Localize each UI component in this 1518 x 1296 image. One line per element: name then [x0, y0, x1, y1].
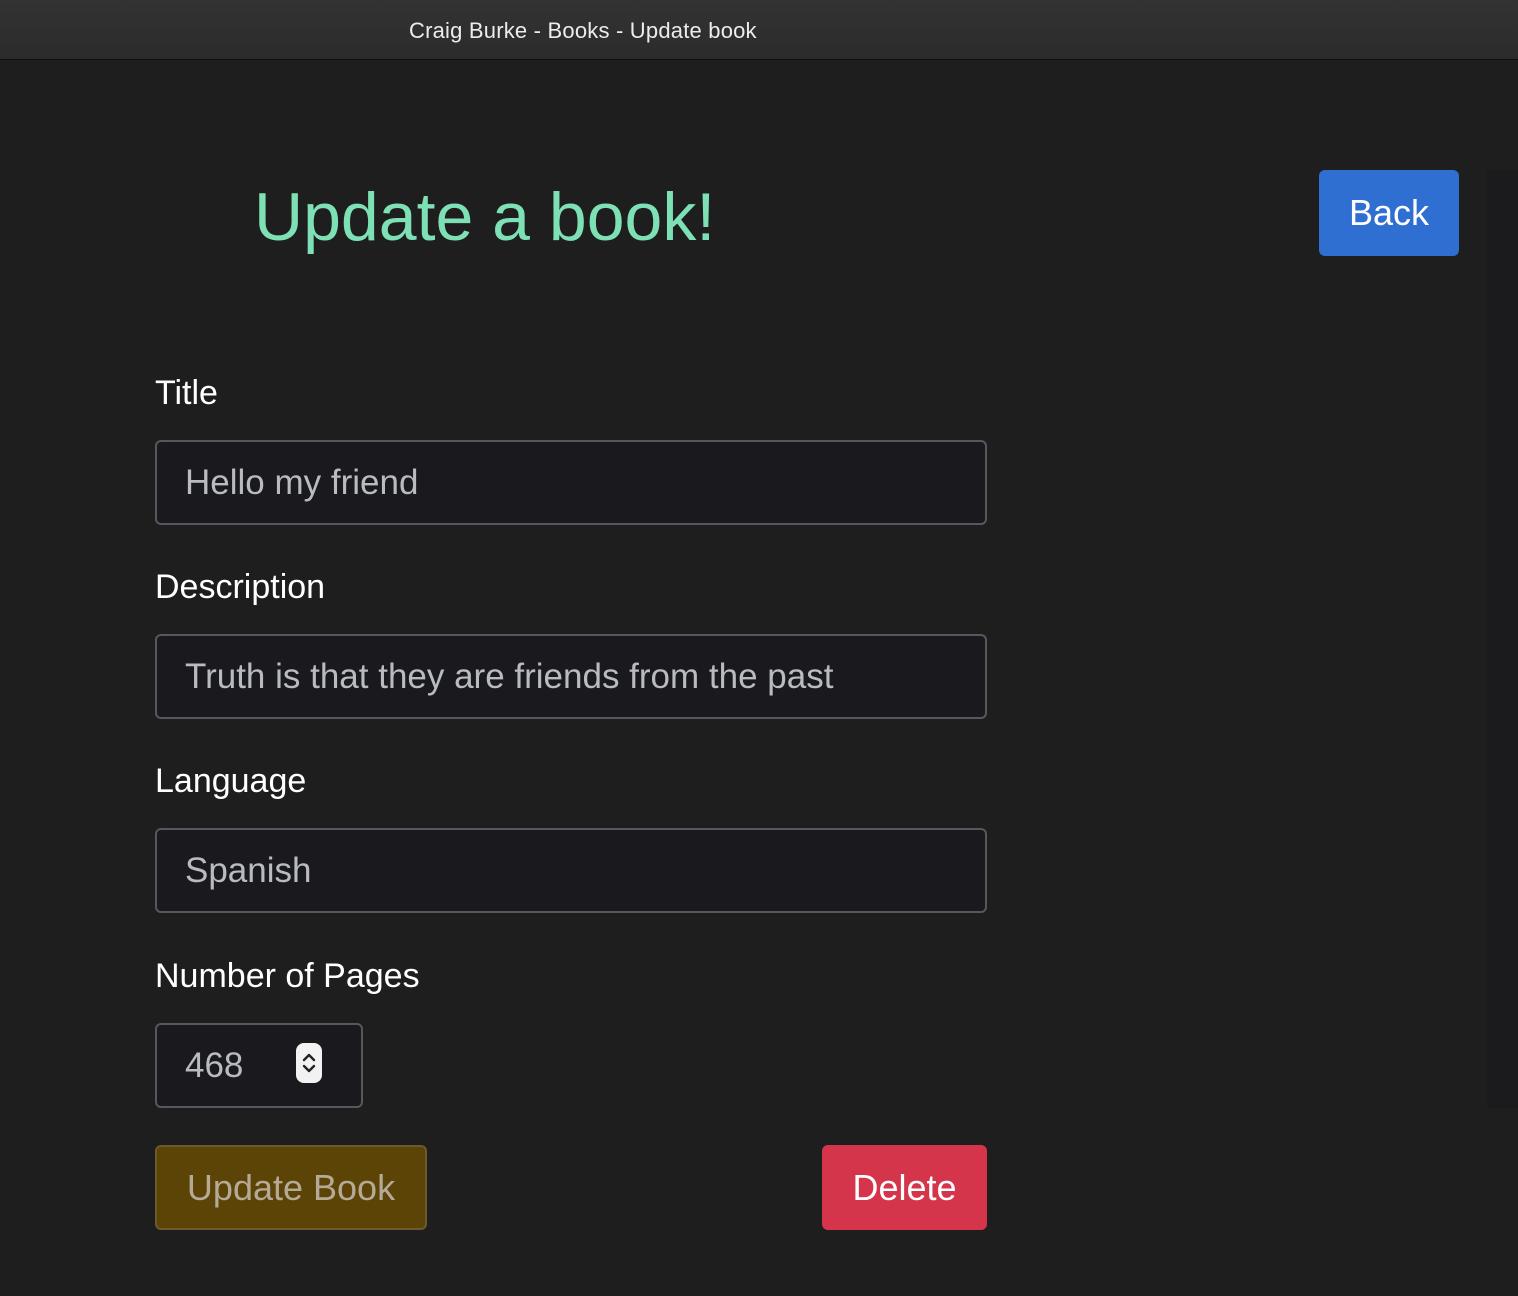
language-input[interactable]: Spanish: [155, 828, 987, 913]
delete-button[interactable]: Delete: [822, 1145, 987, 1230]
window-titlebar: Craig Burke - Books - Update book: [0, 0, 1518, 60]
pages-label: Number of Pages: [155, 957, 420, 995]
side-panel: [1487, 170, 1518, 1108]
description-input[interactable]: Truth is that they are friends from the …: [155, 634, 987, 719]
pages-input-value: 468: [185, 1045, 244, 1085]
page-title: Update a book!: [254, 179, 716, 255]
stepper-up-down-icon[interactable]: [296, 1043, 322, 1083]
description-label: Description: [155, 568, 326, 606]
title-input-value: Hello my friend: [185, 462, 419, 502]
title-input[interactable]: Hello my friend: [155, 440, 987, 525]
chevron-down-icon[interactable]: [301, 1063, 317, 1075]
title-label: Title: [155, 374, 218, 412]
window-title: Craig Burke - Books - Update book: [409, 18, 757, 43]
language-input-value: Spanish: [185, 850, 312, 890]
back-button[interactable]: Back: [1319, 170, 1459, 256]
update-book-button[interactable]: Update Book: [155, 1145, 427, 1230]
chevron-up-icon[interactable]: [301, 1051, 317, 1063]
description-input-value: Truth is that they are friends from the …: [185, 656, 834, 696]
language-label: Language: [155, 762, 307, 800]
pages-input[interactable]: 468: [155, 1023, 363, 1108]
app-window: Craig Burke - Books - Update book Update…: [0, 0, 1518, 1296]
